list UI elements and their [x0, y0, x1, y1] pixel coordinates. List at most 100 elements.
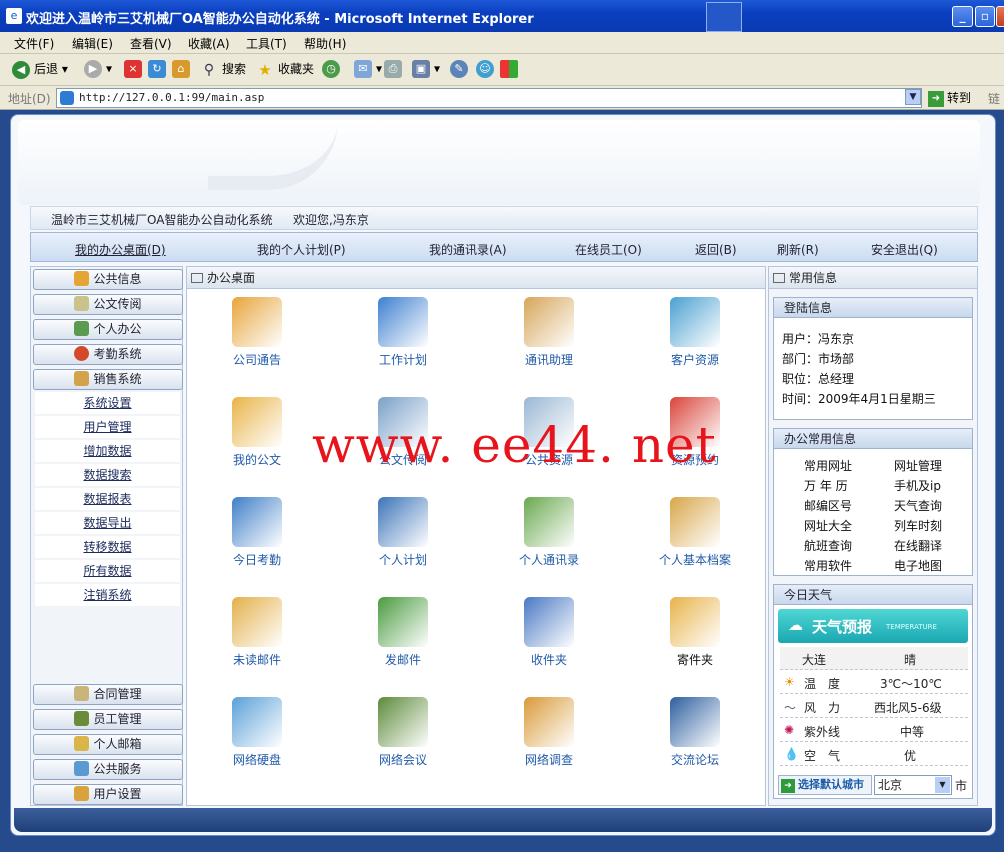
sub-add-data[interactable]: 增加数据 — [35, 440, 180, 462]
panel-icon — [773, 273, 785, 283]
go-button[interactable]: ➜ 转到 — [928, 89, 971, 107]
menu-public-info[interactable]: 公共信息 — [33, 269, 183, 290]
office-link-6[interactable]: 网址大全 — [804, 517, 852, 534]
sub-user-management[interactable]: 用户管理 — [35, 416, 180, 438]
app-16[interactable]: 网络硬盘 — [197, 697, 317, 768]
city-select[interactable]: 北京 ▼ — [874, 775, 952, 795]
app-label: 我的公文 — [232, 453, 281, 467]
app-17[interactable]: 网络会议 — [343, 697, 463, 768]
office-link-5[interactable]: 天气查询 — [894, 497, 942, 514]
favorites-button[interactable]: ★ 收藏夹 — [256, 60, 314, 79]
nav-refresh[interactable]: 刷新(R) — [777, 241, 819, 258]
office-link-1[interactable]: 网址管理 — [894, 457, 942, 474]
back-button[interactable]: ◀ 后退 ▾ — [12, 60, 68, 79]
refresh-button[interactable]: ↻ — [148, 60, 170, 78]
app-3[interactable]: 客户资源 — [635, 297, 755, 368]
app-0[interactable]: 公司通告 — [197, 297, 317, 368]
menu-view[interactable]: 查看(V) — [130, 35, 172, 52]
app-13[interactable]: 发邮件 — [343, 597, 463, 668]
menu-user-settings[interactable]: 用户设置 — [33, 784, 183, 805]
close-button[interactable] — [996, 6, 1004, 27]
windows-flag-button[interactable] — [500, 60, 522, 78]
weather-box: 今日天气 ☁ 天气预报 TEMPERATURE 大连晴 ☀ 温 度 3℃～10℃ 〜… — [773, 584, 973, 799]
app-15[interactable]: 寄件夹 — [635, 597, 755, 668]
office-link-0[interactable]: 常用网址 — [804, 457, 852, 474]
app-label: 未读邮件 — [232, 653, 281, 667]
app-11[interactable]: 个人基本档案 — [635, 497, 755, 568]
nav-back[interactable]: 返回(B) — [695, 241, 737, 258]
sub-system-settings[interactable]: 系统设置 — [35, 392, 180, 414]
staff-icon — [74, 711, 90, 726]
menu-mailbox[interactable]: 个人邮箱 — [33, 734, 183, 755]
menu-public-service[interactable]: 公共服务 — [33, 759, 183, 780]
sub-all-data[interactable]: 所有数据 — [35, 560, 180, 582]
app-label: 今日考勤 — [232, 553, 281, 567]
office-link-4[interactable]: 邮编区号 — [804, 497, 852, 514]
edit-button[interactable]: ▣ ▾ — [412, 60, 440, 78]
menu-staff[interactable]: 员工管理 — [33, 709, 183, 730]
links-label[interactable]: 链 — [988, 90, 1000, 107]
nav-desktop[interactable]: 我的办公桌面(D) — [75, 241, 166, 258]
menu-document[interactable]: 公文传阅 — [33, 294, 183, 315]
app-4[interactable]: 我的公文 — [197, 397, 317, 468]
app-10[interactable]: 个人通讯录 — [489, 497, 609, 568]
app-18[interactable]: 网络调查 — [489, 697, 609, 768]
menu-contracts[interactable]: 合同管理 — [33, 684, 183, 705]
select-city-button[interactable]: ➜ 选择默认城市 — [778, 775, 872, 795]
sub-logout[interactable]: 注销系统 — [35, 584, 180, 606]
mail-button[interactable]: ✉ ▾ — [354, 60, 382, 78]
app-12[interactable]: 未读邮件 — [197, 597, 317, 668]
messenger-button[interactable]: ☺ — [476, 60, 498, 78]
maximize-button[interactable]: ▫ — [975, 6, 995, 27]
sub-export[interactable]: 数据导出 — [35, 512, 180, 534]
app-9[interactable]: 个人计划 — [343, 497, 463, 568]
app-14[interactable]: 收件夹 — [489, 597, 609, 668]
app-icon — [378, 497, 428, 547]
app-8[interactable]: 今日考勤 — [197, 497, 317, 568]
minimize-button[interactable]: _ — [952, 6, 973, 27]
sub-search-data[interactable]: 数据搜索 — [35, 464, 180, 486]
nav-plan[interactable]: 我的个人计划(P) — [257, 241, 346, 258]
menu-help[interactable]: 帮助(H) — [304, 35, 346, 52]
print-button[interactable]: ⎙ — [384, 60, 406, 78]
app-icon — [232, 497, 282, 547]
nav-contacts[interactable]: 我的通讯录(A) — [429, 241, 507, 258]
app-1[interactable]: 工作计划 — [343, 297, 463, 368]
sub-transfer[interactable]: 转移数据 — [35, 536, 180, 558]
menu-favorites[interactable]: 收藏(A) — [188, 35, 230, 52]
office-link-3[interactable]: 手机及ip — [894, 477, 941, 494]
nav-logout[interactable]: 安全退出(Q) — [871, 241, 938, 258]
nav-online[interactable]: 在线员工(O) — [575, 241, 642, 258]
wind-icon: 〜 — [784, 701, 797, 715]
office-link-2[interactable]: 万 年 历 — [804, 477, 848, 494]
address-bar: 地址(D) http://127.0.0.1:99/main.asp ▼ ➜ 转到… — [0, 86, 1004, 110]
app-2[interactable]: 通讯助理 — [489, 297, 609, 368]
address-dropdown-icon[interactable]: ▼ — [905, 89, 921, 105]
menu-file[interactable]: 文件(F) — [14, 35, 54, 52]
menu-sales[interactable]: 销售系统 — [33, 369, 183, 390]
address-input[interactable]: http://127.0.0.1:99/main.asp — [56, 88, 922, 108]
sub-report[interactable]: 数据报表 — [35, 488, 180, 510]
home-button[interactable]: ⌂ — [172, 60, 194, 78]
banner-swoosh — [208, 120, 338, 190]
history-button[interactable]: ◷ — [322, 60, 344, 78]
office-link-8[interactable]: 航班查询 — [804, 537, 852, 554]
discuss-icon: ✎ — [450, 60, 468, 78]
menu-personal[interactable]: 个人办公 — [33, 319, 183, 340]
office-link-9[interactable]: 在线翻译 — [894, 537, 942, 554]
search-button[interactable]: ⚲ 搜索 — [200, 60, 246, 79]
forward-button[interactable]: ▶ ▾ — [84, 60, 112, 78]
menu-tools[interactable]: 工具(T) — [246, 35, 287, 52]
footer-strip — [14, 808, 992, 832]
stop-button[interactable]: × — [124, 60, 146, 78]
menu-attendance[interactable]: 考勤系统 — [33, 344, 183, 365]
office-link-11[interactable]: 电子地图 — [894, 557, 942, 574]
login-info-title: 登陆信息 — [774, 298, 972, 318]
star-icon: ★ — [258, 60, 272, 79]
app-label: 客户资源 — [670, 353, 719, 367]
office-link-10[interactable]: 常用软件 — [804, 557, 852, 574]
menu-edit[interactable]: 编辑(E) — [72, 35, 113, 52]
office-link-7[interactable]: 列车时刻 — [894, 517, 942, 534]
discuss-button[interactable]: ✎ — [450, 60, 472, 78]
app-19[interactable]: 交流论坛 — [635, 697, 755, 768]
